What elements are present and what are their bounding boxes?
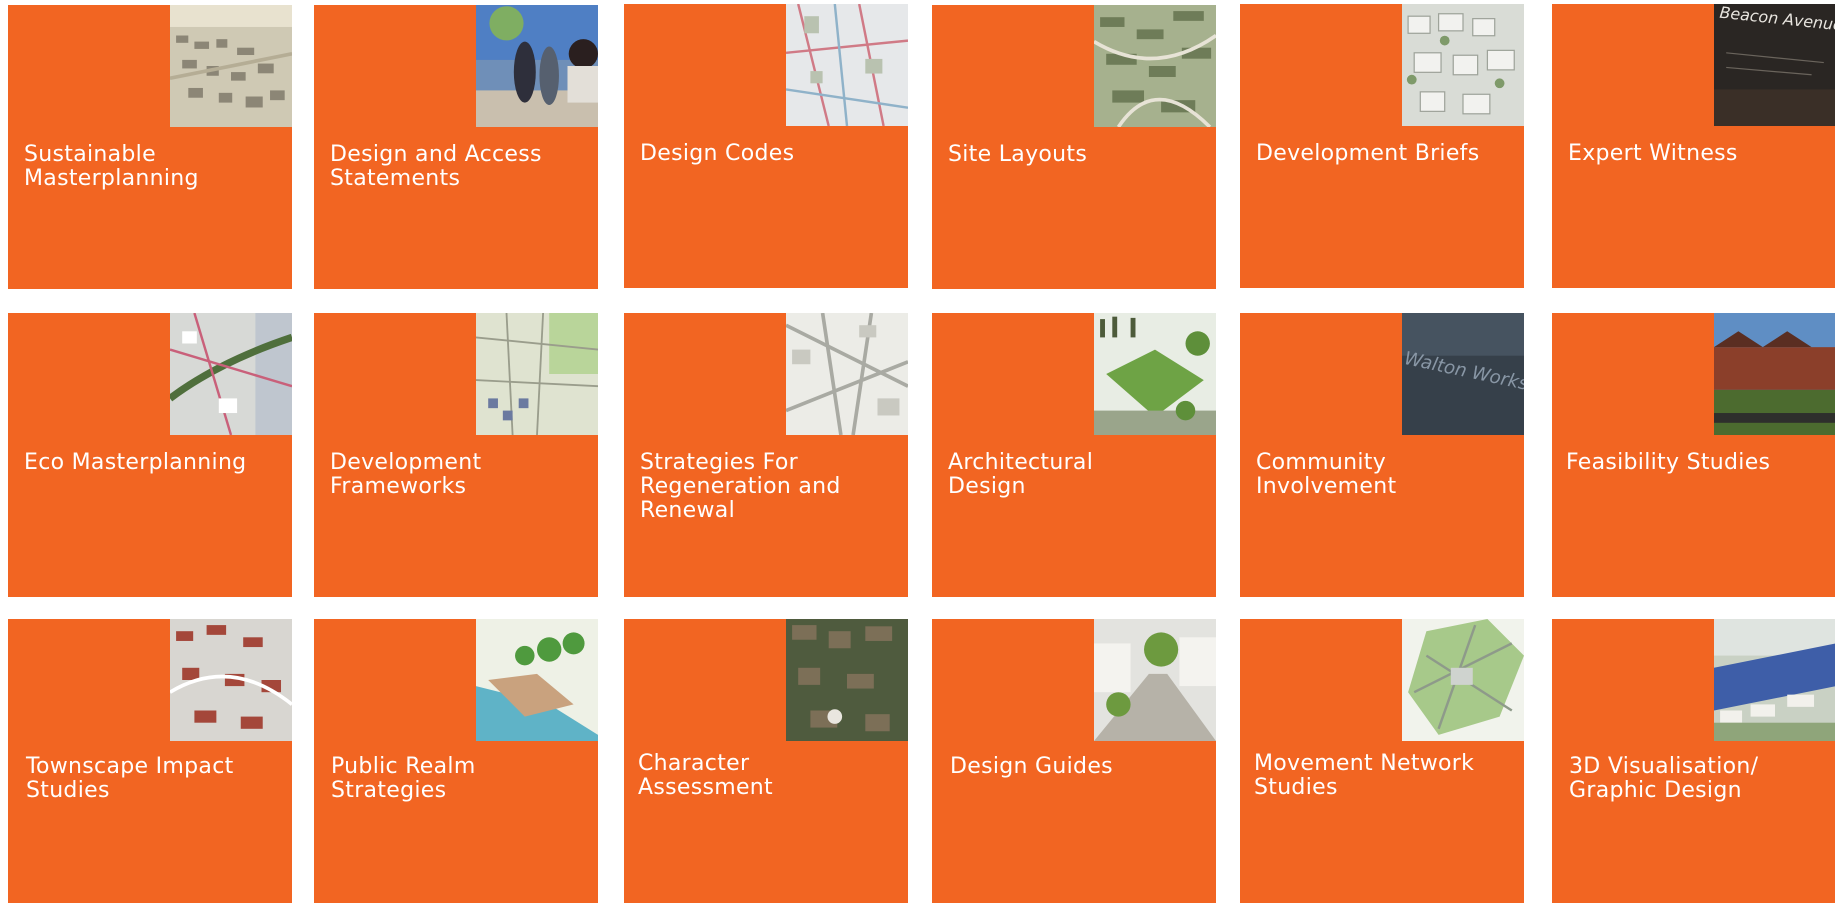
tile-label: Design Codes	[640, 141, 795, 166]
tile-label: Strategies For Regeneration and Renewal	[640, 450, 841, 523]
tile-community-involvement[interactable]: Walton Works Community Involvement	[1240, 313, 1524, 597]
eco-plan-map-image	[170, 313, 292, 435]
3d-development-render-image	[1714, 619, 1835, 741]
tile-label: Design and Access Statements	[330, 142, 542, 191]
tile-label: 3D Visualisation/ Graphic Design	[1569, 754, 1759, 803]
tile-label: Design Guides	[950, 754, 1113, 779]
aerial-town-image	[170, 5, 292, 127]
tile-label: Site Layouts	[948, 142, 1088, 167]
brick-houses-photo	[1714, 313, 1835, 435]
beacon-avenue-sign-photo: Beacon Avenue	[1714, 4, 1835, 126]
tile-design-codes[interactable]: Design Codes	[624, 4, 908, 288]
tile-label: Sustainable Masterplanning	[24, 142, 199, 191]
tile-design-guides[interactable]: Design Guides	[932, 619, 1216, 903]
tile-label: Townscape Impact Studies	[26, 754, 234, 803]
tile-label: Public Realm Strategies	[331, 754, 476, 803]
tile-character-assessment[interactable]: Character Assessment	[624, 619, 908, 903]
tile-feasibility-studies[interactable]: Feasibility Studies	[1552, 313, 1835, 597]
satellite-aerial-photo	[786, 619, 908, 741]
tile-site-layouts[interactable]: Site Layouts	[932, 5, 1216, 289]
waterfront-plan-image	[476, 619, 598, 741]
pedestrians-street-photo	[476, 5, 598, 127]
tile-label: Architectural Design	[948, 450, 1094, 499]
movement-network-map-image	[1402, 619, 1524, 741]
regeneration-map-image	[786, 313, 908, 435]
housing-model-image	[1402, 4, 1524, 126]
green-roof-building-image	[1094, 313, 1216, 435]
tile-label: Expert Witness	[1568, 141, 1738, 166]
street-visualisation-image	[1094, 619, 1216, 741]
tile-label: Feasibility Studies	[1566, 450, 1771, 475]
tile-3d-visualisation-graphic-design[interactable]: 3D Visualisation/ Graphic Design	[1552, 619, 1835, 903]
townscape-aerial-image	[170, 619, 292, 741]
framework-plan-image	[476, 313, 598, 435]
tile-label: Eco Masterplanning	[24, 450, 247, 475]
tile-label: Character Assessment	[638, 751, 773, 800]
tile-label: Development Briefs	[1256, 141, 1480, 166]
tile-label: Community Involvement	[1256, 450, 1397, 499]
tile-public-realm-strategies[interactable]: Public Realm Strategies	[314, 619, 598, 903]
tile-architectural-design[interactable]: Architectural Design	[932, 313, 1216, 597]
tile-townscape-impact-studies[interactable]: Townscape Impact Studies	[8, 619, 292, 903]
tile-development-briefs[interactable]: Development Briefs	[1240, 4, 1524, 288]
tile-development-frameworks[interactable]: Development Frameworks	[314, 313, 598, 597]
tile-label: Movement Network Studies	[1254, 751, 1475, 800]
3d-site-layout-image	[1094, 5, 1216, 127]
coded-street-plan-image	[786, 4, 908, 126]
tile-label: Development Frameworks	[330, 450, 482, 499]
walton-works-sign-photo: Walton Works	[1402, 313, 1524, 435]
tile-movement-network-studies[interactable]: Movement Network Studies	[1240, 619, 1524, 903]
tile-sustainable-masterplanning[interactable]: Sustainable Masterplanning	[8, 5, 292, 289]
tile-strategies-for-regeneration-and-renewal[interactable]: Strategies For Regeneration and Renewal	[624, 313, 908, 597]
tile-expert-witness[interactable]: Beacon Avenue Expert Witness	[1552, 4, 1835, 288]
tile-design-and-access-statements[interactable]: Design and Access Statements	[314, 5, 598, 289]
tile-eco-masterplanning[interactable]: Eco Masterplanning	[8, 313, 292, 597]
